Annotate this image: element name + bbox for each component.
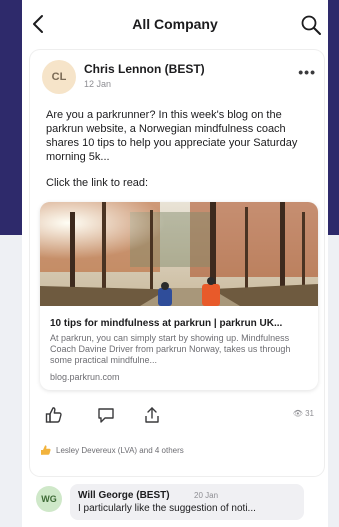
post-click-text: Click the link to read: (46, 177, 149, 189)
views-number: 31 (305, 409, 314, 418)
post-actions: 👁 31 (44, 405, 314, 427)
link-preview[interactable]: 10 tips for mindfulness at parkrun | par… (40, 202, 318, 390)
more-horizontal-icon[interactable]: ••• (298, 64, 316, 80)
link-domain: blog.parkrun.com (50, 372, 120, 382)
post-date: 12 Jan (84, 79, 112, 89)
comment-avatar[interactable]: WG (36, 486, 62, 512)
comment-text: I particularly like the suggestion of no… (78, 503, 256, 514)
link-title: 10 tips for mindfulness at parkrun | par… (50, 318, 283, 329)
eye-icon: 👁 (292, 409, 303, 418)
views-count: 👁 31 (293, 409, 314, 418)
post-author[interactable]: Chris Lennon (BEST) (84, 62, 205, 76)
comment-date: 20 Jan (194, 491, 219, 500)
top-bar: All Company (22, 0, 328, 48)
comment-author[interactable]: Will George (BEST) (78, 490, 170, 501)
search-icon[interactable] (300, 14, 322, 36)
link-preview-image (40, 202, 318, 306)
post-card: CL Chris Lennon (BEST) 12 Jan ••• Are yo… (30, 50, 324, 476)
link-description: At parkrun, you can simply start by show… (50, 333, 291, 365)
comment-bubble[interactable]: Will George (BEST) 20 Jan I particularly… (70, 484, 304, 520)
post-body: Are you a parkrunner? In this week's blo… (46, 109, 298, 163)
share-icon[interactable] (142, 405, 162, 425)
page-title: All Company (132, 16, 218, 32)
thumbs-up-icon[interactable] (44, 405, 64, 425)
reactions-summary[interactable]: Lesley Devereux (LVA) and 4 others (40, 444, 184, 456)
like-reaction-icon (41, 445, 51, 455)
comment-icon[interactable] (96, 405, 116, 425)
reactions-text: Lesley Devereux (LVA) and 4 others (56, 445, 184, 455)
comment-item: WG Will George (BEST) 20 Jan I particula… (30, 482, 324, 527)
avatar[interactable]: CL (42, 60, 76, 94)
phone-screen: All Company CL Chris Lennon (BEST) 12 Ja… (22, 0, 328, 527)
